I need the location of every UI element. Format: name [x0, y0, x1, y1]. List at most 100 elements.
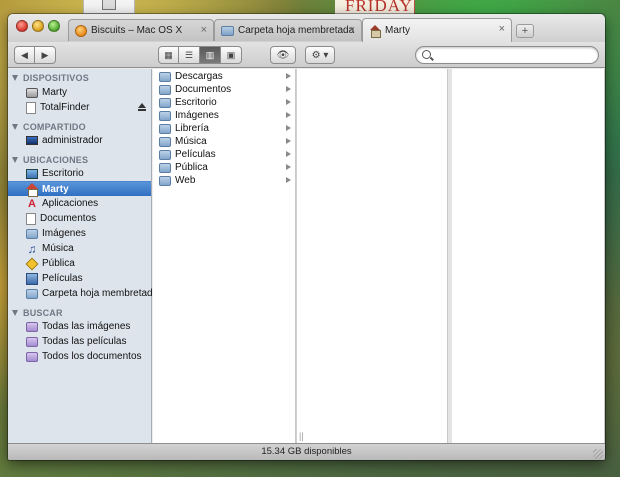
hard-drive-icon [26, 87, 38, 98]
column-item-label: Películas [175, 149, 216, 160]
chevron-right-icon [286, 151, 291, 157]
eye-icon: 👁 [276, 49, 290, 61]
sidebar-item-carpeta-hoja-membretada[interactable]: Carpeta hoja membretada [8, 286, 158, 301]
tab-close-button[interactable]: × [349, 25, 355, 36]
column-item-libreria[interactable]: Librería [153, 122, 291, 135]
sidebar-item-label: Carpeta hoja membretada [42, 288, 159, 299]
folder-icon [159, 175, 171, 186]
sidebar-item-documentos[interactable]: Documentos [8, 211, 151, 226]
icon-view-button[interactable]: ▦ [158, 46, 179, 64]
column-item-web[interactable]: Web [153, 174, 291, 187]
sidebar-item-label: Pública [42, 258, 75, 269]
zoom-window-button[interactable] [48, 20, 60, 32]
quick-look-button[interactable]: 👁 [270, 46, 296, 64]
tab-close-button[interactable]: × [201, 25, 207, 36]
sidebar-section-shared[interactable]: COMPARTIDO [12, 120, 86, 133]
folder-icon [159, 71, 171, 82]
sidebar-item-musica[interactable]: ♫ Música [8, 241, 151, 256]
minimize-window-button[interactable] [32, 20, 44, 32]
tab-marty[interactable]: Marty × [362, 18, 512, 42]
sidebar-item-administrador[interactable]: administrador [8, 133, 151, 148]
sidebar-item-label: Escritorio [42, 168, 84, 179]
column-item-documentos[interactable]: Documentos [153, 83, 291, 96]
disclosure-triangle-icon [12, 123, 18, 130]
back-button[interactable]: ◀ [14, 46, 35, 64]
tab-label: Carpeta hoja membretada [238, 25, 355, 36]
browser-column-1: Descargas Documentos Escritorio Imágenes… [153, 69, 296, 443]
disclosure-triangle-icon [12, 309, 18, 316]
documents-icon [26, 212, 36, 225]
coverflow-view-button[interactable]: ▣ [221, 46, 242, 64]
column-item-escritorio[interactable]: Escritorio [153, 96, 291, 109]
tab-biscuits[interactable]: Biscuits – Mac OS X × [68, 19, 214, 41]
sidebar-item-escritorio[interactable]: Escritorio [8, 166, 151, 181]
status-bar: 15.34 GB disponibles [8, 443, 605, 460]
title-bar: Biscuits – Mac OS X × Carpeta hoja membr… [8, 14, 605, 42]
sidebar-section-devices[interactable]: DISPOSITIVOS [12, 71, 89, 84]
action-menu-button[interactable]: ⚙ ▾ [305, 46, 335, 64]
column-resize-handle[interactable]: || [299, 431, 304, 441]
sidebar-item-peliculas[interactable]: Películas [8, 271, 151, 286]
desktop-thumbnail [83, 0, 135, 14]
tab-label: Biscuits – Mac OS X [91, 25, 183, 36]
home-icon [26, 183, 38, 197]
folder-icon [159, 136, 171, 147]
column-item-publica[interactable]: Pública [153, 161, 291, 174]
search-input[interactable] [434, 48, 594, 62]
sidebar-item-todas-las-imagenes[interactable]: Todas las imágenes [8, 319, 151, 334]
column-item-peliculas[interactable]: Películas [153, 148, 291, 161]
sidebar-item-marty-home[interactable]: Marty [8, 181, 151, 197]
applications-icon: A [28, 197, 36, 210]
sidebar-item-label: Marty [42, 87, 67, 98]
search-field[interactable] [415, 46, 599, 64]
column-item-label: Web [175, 175, 196, 186]
tab-close-button[interactable]: × [499, 24, 505, 35]
sidebar-item-totalfinder[interactable]: TotalFinder [8, 100, 151, 115]
folder-icon [159, 123, 171, 134]
grid-icon: ▦ [164, 49, 173, 60]
eject-icon[interactable] [138, 103, 146, 111]
chevron-right-icon [286, 73, 291, 79]
tab-carpeta-hoja-membretada[interactable]: Carpeta hoja membretada × [214, 19, 362, 41]
column-item-label: Documentos [175, 84, 232, 95]
sidebar: DISPOSITIVOS Marty TotalFinder COMPARTID… [8, 69, 158, 443]
sidebar-item-imagenes[interactable]: Imágenes [8, 226, 151, 241]
column-item-descargas[interactable]: Descargas [153, 70, 291, 83]
search-icon [422, 50, 431, 59]
resize-grip-icon[interactable] [593, 449, 603, 459]
smart-folder-icon [26, 321, 38, 332]
column-item-imagenes[interactable]: Imágenes [153, 109, 291, 122]
sidebar-item-label: Imágenes [42, 228, 86, 239]
chevron-right-icon [286, 177, 291, 183]
music-icon: ♫ [27, 241, 37, 256]
smart-folder-icon [26, 336, 38, 347]
list-view-button[interactable]: ☰ [179, 46, 200, 64]
sidebar-item-label: Todas las películas [42, 336, 127, 347]
status-text: 15.34 GB disponibles [261, 446, 352, 457]
sidebar-item-label: Marty [42, 183, 69, 195]
sidebar-item-todas-las-peliculas[interactable]: Todas las películas [8, 334, 151, 349]
tab-label: Marty [385, 25, 410, 36]
column-view-button[interactable]: ▥ [200, 46, 221, 64]
sidebar-section-search[interactable]: BUSCAR [12, 306, 63, 319]
sidebar-item-marty-disk[interactable]: Marty [8, 85, 151, 100]
sidebar-item-todos-los-documentos[interactable]: Todos los documentos [8, 349, 151, 364]
sidebar-section-places[interactable]: UBICACIONES [12, 153, 88, 166]
sidebar-item-label: Películas [42, 273, 83, 284]
column-item-musica[interactable]: Música [153, 135, 291, 148]
sidebar-item-publica[interactable]: Pública [8, 256, 151, 271]
folder-icon [159, 162, 171, 173]
browser-column-2: || [296, 69, 448, 443]
folder-icon [159, 84, 171, 95]
chevron-right-icon [286, 86, 291, 92]
folder-icon [159, 110, 171, 121]
forward-button[interactable]: ▶ [35, 46, 56, 64]
sidebar-item-aplicaciones[interactable]: A Aplicaciones [8, 196, 151, 211]
close-window-button[interactable] [16, 20, 28, 32]
new-tab-button[interactable]: + [516, 24, 534, 38]
chevron-right-icon [286, 138, 291, 144]
sidebar-section-title: UBICACIONES [23, 154, 89, 165]
sidebar-item-label: Aplicaciones [42, 198, 99, 209]
chevron-right-icon [286, 164, 291, 170]
gear-icon: ⚙ ▾ [311, 49, 329, 61]
